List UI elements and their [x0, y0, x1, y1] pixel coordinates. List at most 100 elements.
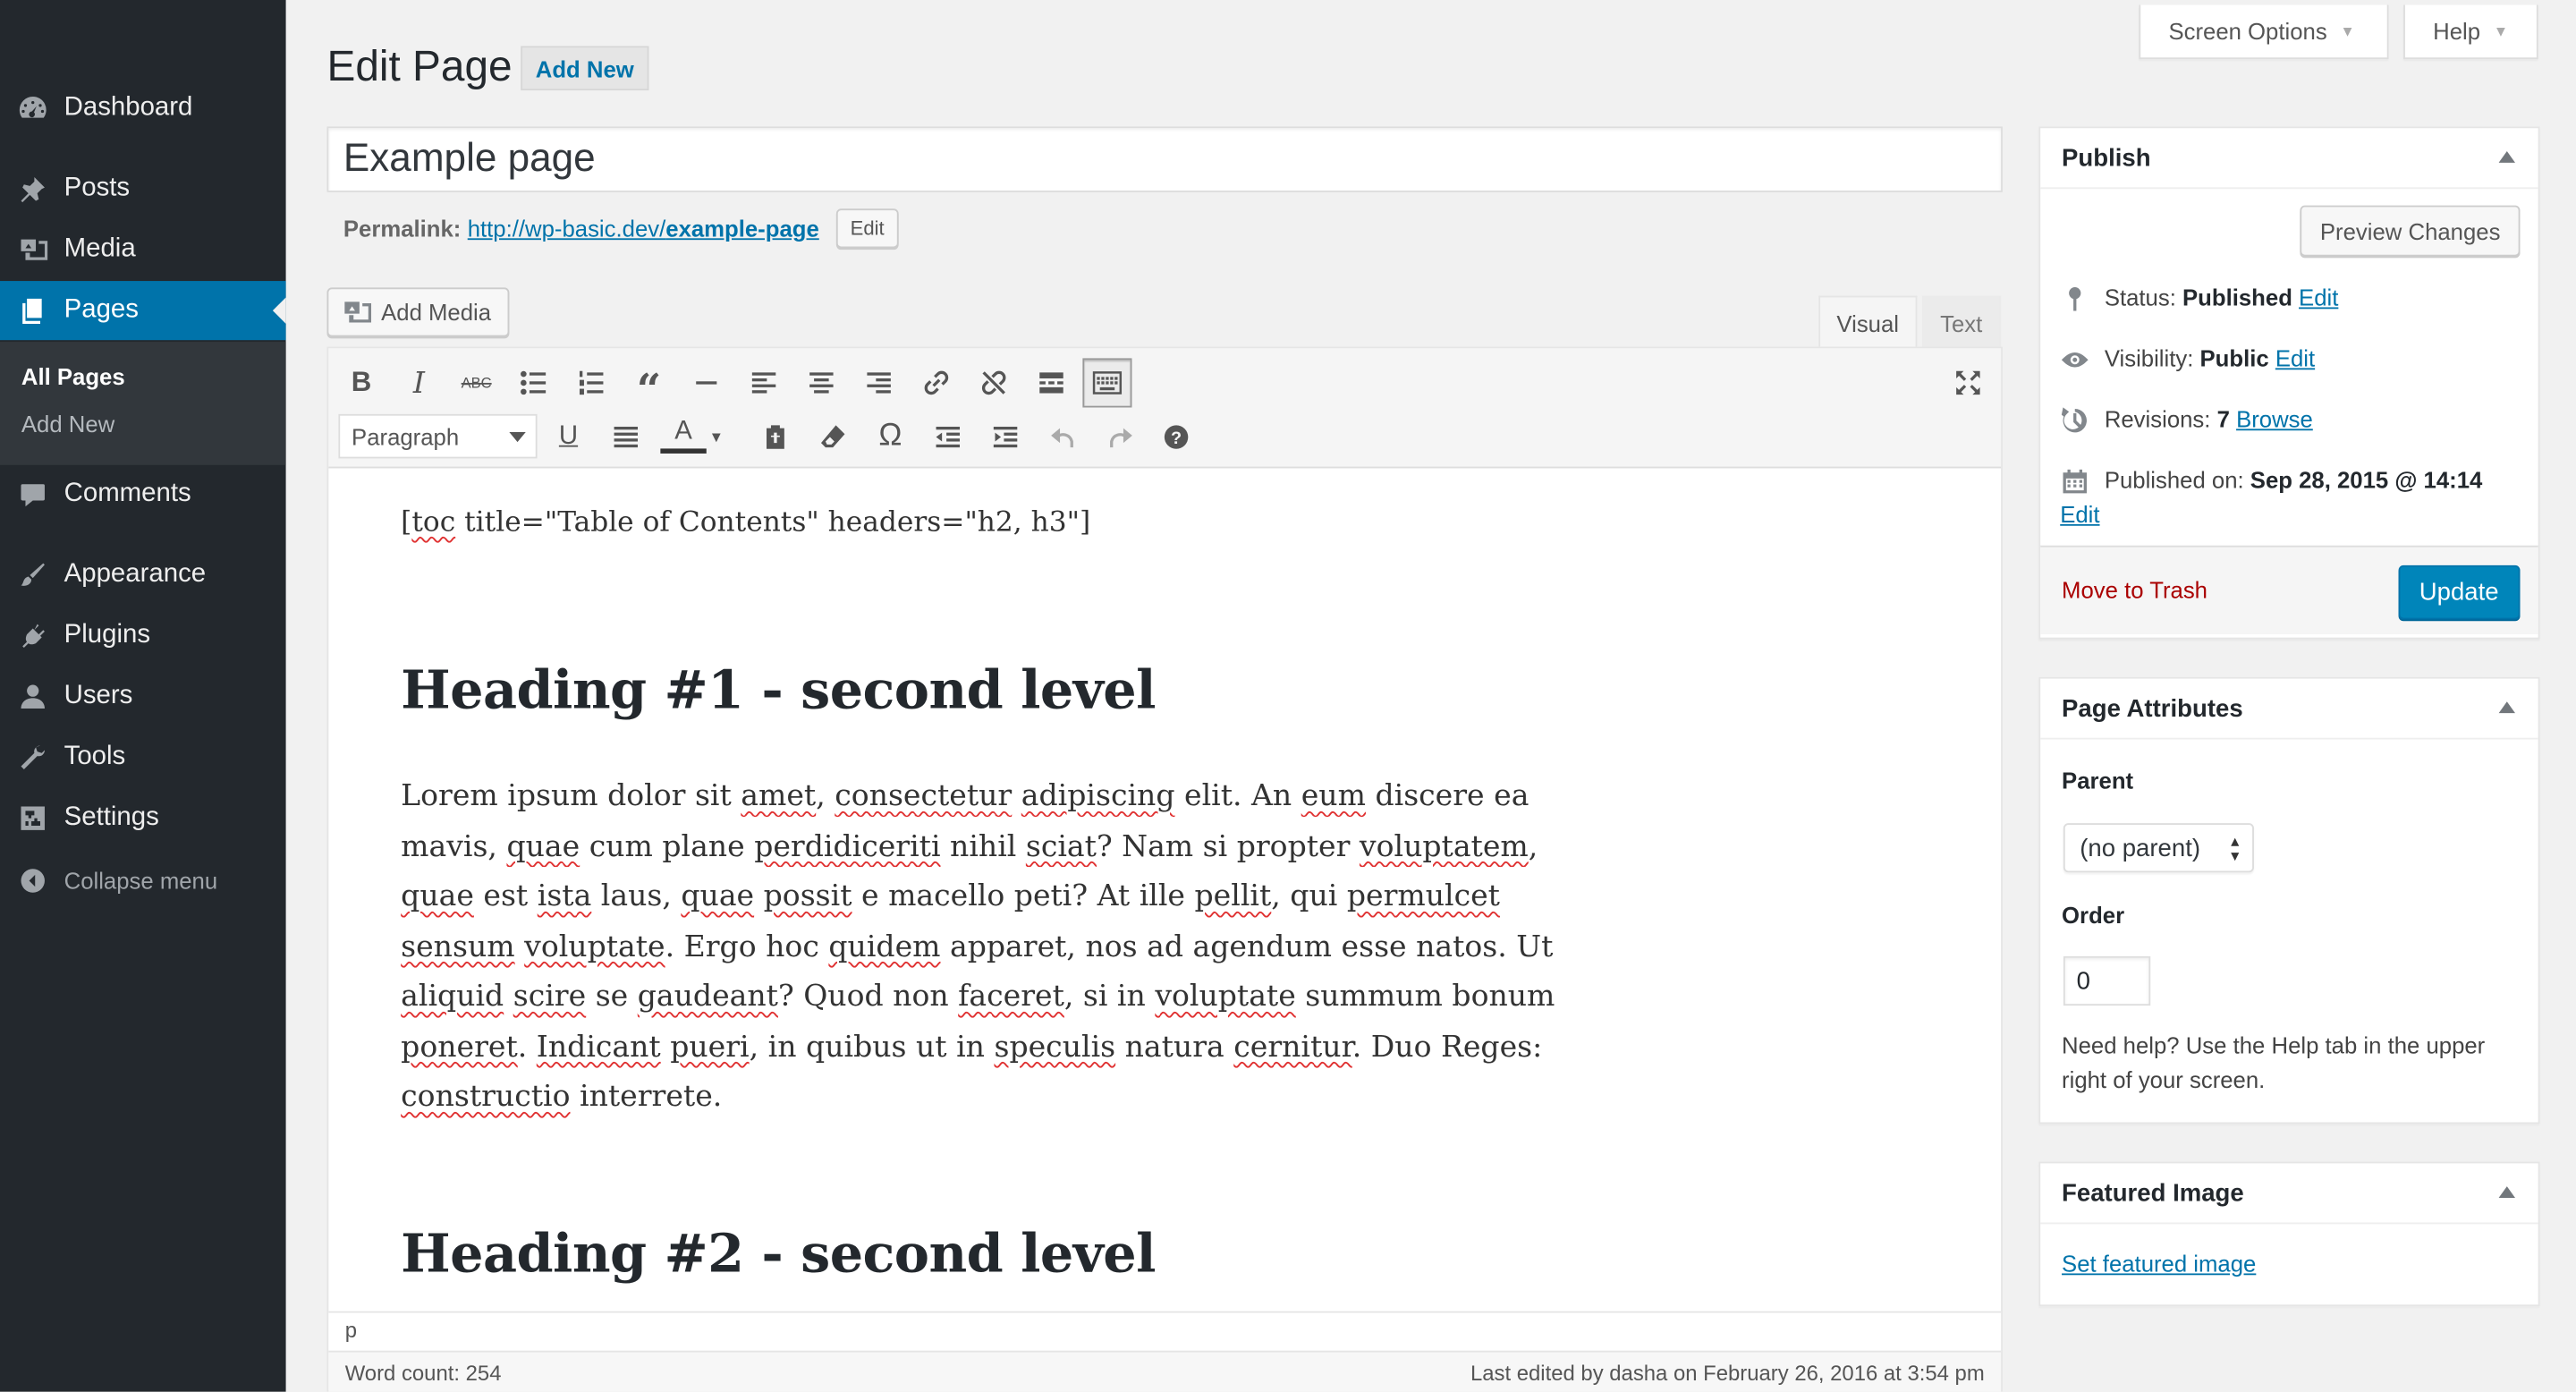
outdent-icon[interactable]	[925, 414, 970, 460]
collapse-menu-label: Collapse menu	[64, 867, 218, 895]
justify-icon[interactable]	[603, 414, 648, 460]
text-color-dropdown-icon[interactable]: ▼	[703, 414, 729, 460]
bold-icon[interactable]: B	[338, 360, 384, 405]
editor-statusbar: Word count: 254 Last edited by dasha on …	[328, 1350, 2002, 1392]
preview-changes-button[interactable]: Preview Changes	[2300, 205, 2521, 257]
wrench-icon	[16, 741, 49, 774]
paste-as-text-icon[interactable]	[752, 414, 798, 460]
indent-icon[interactable]	[982, 414, 1028, 460]
italic-icon[interactable]: I	[396, 360, 442, 405]
read-more-icon[interactable]	[1029, 360, 1074, 405]
heading-2: Heading #2 - second level	[401, 1222, 1156, 1286]
sidebar-item-appearance[interactable]: Appearance	[0, 546, 286, 605]
format-select-value: Paragraph	[352, 422, 460, 450]
collapse-arrow-icon[interactable]	[2498, 1186, 2515, 1198]
select-arrows-icon: ▴ ▾	[2231, 833, 2240, 866]
sidebar-item-dashboard[interactable]: Dashboard	[0, 79, 286, 138]
published-on-edit-link[interactable]: Edit	[2060, 501, 2099, 527]
sidebar-item-media[interactable]: Media	[0, 220, 286, 279]
permalink-edit-button[interactable]: Edit	[835, 208, 900, 249]
collapse-arrow-icon[interactable]	[2498, 701, 2515, 714]
featured-image-title: Featured Image	[2062, 1178, 2244, 1208]
dashboard-icon	[16, 92, 49, 125]
page-attributes-header[interactable]: Page Attributes	[2040, 679, 2538, 740]
help-button[interactable]: Help ▼	[2403, 4, 2538, 60]
undo-icon[interactable]	[1040, 414, 1086, 460]
format-select[interactable]: Paragraph	[338, 413, 538, 459]
status-edit-link[interactable]: Edit	[2299, 284, 2338, 310]
order-input[interactable]: 0	[2063, 955, 2151, 1006]
admin-sidebar: Dashboard Posts Media Pages All Pages Ad…	[0, 0, 286, 1392]
add-new-button[interactable]: Add New	[521, 46, 649, 91]
strikethrough-icon[interactable]: ABC	[453, 360, 499, 405]
parent-select-value: (no parent)	[2080, 834, 2201, 862]
sidebar-item-plugins[interactable]: Plugins	[0, 607, 286, 666]
add-media-label: Add Media	[381, 299, 492, 326]
sidebar-item-posts[interactable]: Posts	[0, 159, 286, 218]
align-right-icon[interactable]	[856, 360, 902, 405]
sidebar-item-settings[interactable]: Settings	[0, 789, 286, 848]
sidebar-item-comments[interactable]: Comments	[0, 465, 286, 524]
last-edited: Last edited by dasha on February 26, 201…	[1470, 1359, 1985, 1385]
underline-icon[interactable]: U	[546, 414, 591, 460]
clear-formatting-icon[interactable]	[809, 414, 855, 460]
toolbar-toggle-icon[interactable]	[1082, 358, 1132, 408]
media-icon	[344, 301, 372, 323]
sidebar-item-users[interactable]: Users	[0, 667, 286, 726]
visibility-value: Public	[2199, 344, 2269, 372]
plugin-icon	[16, 619, 49, 652]
move-to-trash-link[interactable]: Move to Trash	[2062, 577, 2207, 603]
visibility-edit-link[interactable]: Edit	[2275, 345, 2315, 371]
screen-options-button[interactable]: Screen Options ▼	[2139, 4, 2389, 60]
numbered-list-icon[interactable]	[568, 360, 614, 405]
special-character-icon[interactable]: Ω	[868, 414, 913, 460]
published-on-row: Published on: Sep 28, 2015 @ 14:14	[2060, 467, 2528, 498]
set-featured-image-link[interactable]: Set featured image	[2062, 1251, 2256, 1277]
toc-shortcode: [toc title="Table of Contents" headers="…	[401, 505, 1091, 539]
sidebar-item-tools[interactable]: Tools	[0, 728, 286, 787]
publish-box-header[interactable]: Publish	[2040, 128, 2538, 190]
remove-link-icon[interactable]	[970, 360, 1016, 405]
calendar-icon	[2063, 469, 2087, 494]
caret-down-icon: ▼	[2493, 22, 2509, 40]
attributes-help-text: Need help? Use the Help tab in the upper…	[2062, 1031, 2486, 1093]
spell-error: toc	[411, 505, 456, 539]
caret-down-icon: ▼	[2340, 22, 2355, 40]
publish-box: Publish Preview Changes Status: Publishe…	[2038, 126, 2540, 640]
svg-text:?: ?	[1171, 429, 1182, 448]
horizontal-line-icon[interactable]	[683, 360, 729, 405]
text-color-icon[interactable]: A	[660, 414, 707, 454]
browse-revisions-link[interactable]: Browse	[2236, 406, 2313, 432]
update-button[interactable]: Update	[2397, 564, 2521, 620]
submenu-all-pages[interactable]: All Pages	[21, 363, 125, 389]
collapse-menu-button[interactable]: Collapse menu	[0, 851, 286, 910]
blockquote-icon[interactable]: “	[626, 360, 672, 416]
align-center-icon[interactable]	[799, 360, 844, 405]
add-media-button[interactable]: Add Media	[326, 287, 510, 337]
redo-icon[interactable]	[1097, 414, 1143, 460]
publish-box-title: Publish	[2062, 143, 2151, 172]
insert-link-icon[interactable]	[913, 360, 959, 405]
bulleted-list-icon[interactable]	[511, 360, 556, 405]
element-path[interactable]: p	[328, 1311, 2002, 1351]
help-label: Help	[2433, 18, 2481, 45]
tab-text[interactable]: Text	[1921, 295, 2002, 349]
tab-visual[interactable]: Visual	[1818, 295, 1918, 349]
fullscreen-icon[interactable]	[1945, 360, 1991, 405]
sidebar-item-label: Plugins	[64, 621, 151, 649]
featured-image-header[interactable]: Featured Image	[2040, 1163, 2538, 1225]
help-icon[interactable]: ?	[1153, 414, 1199, 460]
submenu-add-new[interactable]: Add New	[21, 411, 114, 437]
paintbrush-icon	[16, 558, 49, 591]
publish-actions: Move to Trash Update	[2040, 545, 2538, 634]
permalink-link[interactable]: http://wp-basic.dev/example-page	[468, 216, 819, 242]
collapse-arrow-icon[interactable]	[2498, 150, 2515, 163]
sidebar-item-pages[interactable]: Pages	[0, 281, 286, 341]
post-title-input[interactable]: Example page	[326, 126, 2003, 192]
revisions-icon	[2061, 407, 2087, 433]
align-left-icon[interactable]	[741, 360, 786, 405]
visibility-label: Visibility:	[2104, 344, 2194, 372]
paragraph-1: Lorem ipsum dolor sit amet, consectetur …	[401, 778, 1555, 1115]
sidebar-item-label: Pages	[64, 295, 139, 324]
parent-select[interactable]: (no parent) ▴ ▾	[2063, 823, 2254, 873]
